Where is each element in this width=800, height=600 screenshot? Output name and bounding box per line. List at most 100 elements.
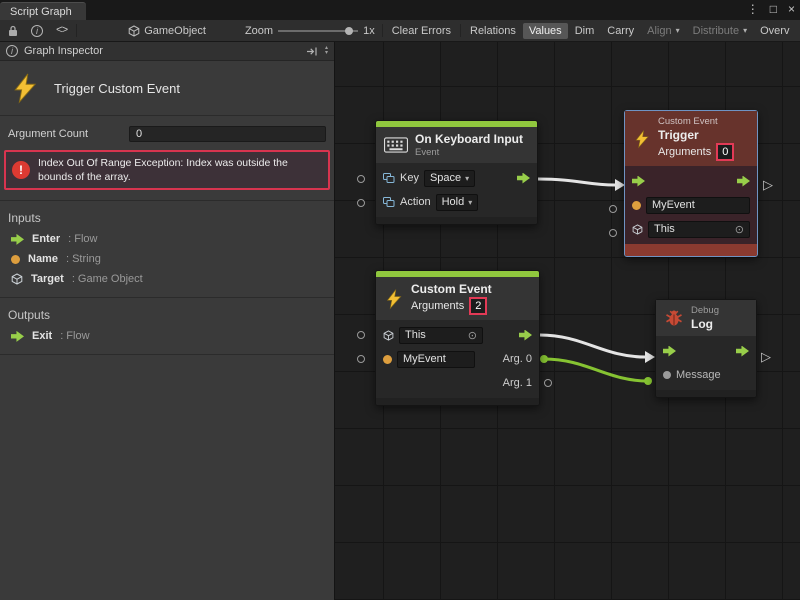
action-dropdown-value: Hold	[442, 196, 465, 208]
node-on-keyboard-input[interactable]: On Keyboard Input Event Key Space ▾	[375, 120, 538, 225]
string-port-icon	[11, 255, 20, 264]
node-body: Key Space ▾ Action Hold ▾	[376, 163, 537, 217]
node-debug-log[interactable]: Debug Log Message	[655, 299, 757, 398]
graph-inspector-title: Graph Inspector	[24, 45, 103, 57]
panel-scroll-stepper[interactable]: ▴ ▾	[325, 46, 328, 56]
target-object-picker[interactable]: This ⊙	[399, 327, 483, 344]
info-icon: i	[31, 25, 43, 37]
toolbar-separator	[76, 24, 77, 37]
string-port[interactable]	[632, 201, 641, 210]
event-name-input[interactable]: MyEvent	[646, 197, 750, 214]
argument-count-label: Argument Count	[8, 128, 123, 140]
custom-event-bolt-icon	[633, 129, 651, 149]
port-ring-trigger-name[interactable]	[609, 205, 617, 213]
flow-output-port[interactable]	[737, 176, 750, 187]
close-icon[interactable]: ×	[788, 1, 795, 17]
input-port-row: Enter : Flow	[0, 229, 334, 249]
node-header[interactable]: On Keyboard Input Event	[376, 127, 537, 163]
event-name-input[interactable]: MyEvent	[397, 351, 475, 368]
flow-port-row	[625, 169, 757, 193]
zoom-slider-knob[interactable]	[345, 27, 353, 35]
graph-canvas[interactable]: On Keyboard Input Event Key Space ▾	[335, 42, 800, 600]
outputs-section: Outputs Exit : Flow	[0, 298, 334, 355]
wire-customevent-to-log[interactable]	[540, 335, 645, 357]
port-ring-key[interactable]	[357, 175, 365, 183]
key-dropdown[interactable]: Space ▾	[424, 170, 475, 187]
object-picker-icon[interactable]: ⊙	[468, 329, 477, 342]
node-title: Trigger	[658, 128, 734, 142]
flow-output-port[interactable]	[517, 173, 530, 184]
port-name: Target	[31, 273, 64, 285]
node-header[interactable]: Debug Log	[656, 300, 756, 336]
wire-keyboard-to-trigger[interactable]	[538, 179, 615, 185]
port-type: : Flow	[60, 330, 89, 342]
node-header[interactable]: Custom Event Trigger Arguments 0	[625, 111, 757, 166]
lock-button[interactable]	[2, 23, 24, 39]
scroll-down-icon[interactable]: ▾	[325, 51, 328, 56]
flow-input-port[interactable]	[663, 346, 676, 357]
align-dropdown[interactable]: Align ▾	[641, 23, 685, 39]
port-ring-arg1[interactable]	[544, 379, 552, 387]
wire-arg0-to-message[interactable]	[544, 359, 648, 381]
flow-output-port[interactable]	[519, 330, 532, 341]
flow-output-port[interactable]	[736, 346, 749, 357]
target-object-picker[interactable]: This ⊙	[648, 221, 750, 238]
window-controls: ⋮ □ ×	[747, 1, 795, 17]
info-icon: i	[6, 45, 18, 57]
maximize-icon[interactable]: □	[770, 1, 777, 17]
edit-script-button[interactable]: <>	[50, 23, 73, 39]
arguments-label: Arguments	[411, 300, 464, 312]
overview-button[interactable]: Overv	[754, 23, 795, 39]
node-subtitle: Event	[415, 147, 523, 158]
target-row: This ⊙	[625, 217, 757, 241]
zoom-label: Zoom	[245, 25, 273, 37]
chevron-down-icon: ▾	[465, 174, 469, 183]
message-port[interactable]	[663, 371, 671, 379]
relations-button[interactable]: Relations	[464, 23, 522, 39]
zoom-slider[interactable]	[278, 25, 358, 37]
target-value: This	[654, 223, 675, 235]
error-message-box: ! Index Out Of Range Exception: Index wa…	[4, 150, 330, 190]
node-header[interactable]: Custom Event Arguments 2	[376, 277, 539, 320]
event-name-row: MyEvent	[625, 193, 757, 217]
inspect-button[interactable]: i	[25, 23, 49, 39]
arguments-count-error-value[interactable]: 0	[716, 143, 734, 161]
carry-button[interactable]: Carry	[601, 23, 640, 39]
key-label: Key	[400, 172, 419, 184]
gameobject-port-icon[interactable]	[383, 330, 394, 341]
dock-icon[interactable]	[306, 46, 319, 57]
port-ring-customevent-target[interactable]	[357, 331, 365, 339]
gameobject-label: GameObject	[144, 25, 206, 37]
distribute-dropdown[interactable]: Distribute ▾	[687, 23, 753, 39]
argument-count-row: Argument Count 0	[0, 120, 334, 146]
toolbar-separator	[382, 24, 383, 37]
gameobject-port-icon[interactable]	[632, 224, 643, 235]
arguments-count-error-value[interactable]: 2	[469, 297, 487, 315]
node-trigger-custom-event[interactable]: Custom Event Trigger Arguments 0	[624, 110, 758, 257]
node-custom-event[interactable]: Custom Event Arguments 2 This ⊙	[375, 270, 540, 406]
align-label: Align	[647, 25, 671, 37]
port-ring-action[interactable]	[357, 199, 365, 207]
input-port-row: Target : Game Object	[0, 269, 334, 289]
flow-input-port[interactable]	[632, 176, 645, 187]
string-port[interactable]	[383, 355, 392, 364]
kebab-menu-icon[interactable]: ⋮	[747, 1, 759, 17]
port-ring-customevent-name[interactable]	[357, 355, 365, 363]
target-row: This ⊙	[376, 323, 539, 347]
inputs-heading: Inputs	[0, 205, 334, 229]
node-body: This ⊙ MyEvent Arg. 0 Arg. 1	[376, 320, 539, 398]
action-dropdown[interactable]: Hold ▾	[436, 194, 479, 211]
flow-port-row	[656, 339, 756, 363]
clear-errors-button[interactable]: Clear Errors	[386, 23, 457, 39]
port-ring-trigger-target[interactable]	[609, 229, 617, 237]
wire-arrowhead	[645, 351, 655, 363]
port-name: Name	[28, 253, 58, 265]
unit-title-section: Trigger Custom Event	[0, 61, 334, 116]
gameobject-target[interactable]: GameObject	[122, 23, 212, 39]
values-button[interactable]: Values	[523, 23, 568, 39]
dim-button[interactable]: Dim	[569, 23, 601, 39]
object-picker-icon[interactable]: ⊙	[735, 223, 744, 236]
tab-script-graph[interactable]: Script Graph	[0, 2, 86, 20]
key-dropdown-value: Space	[430, 172, 461, 184]
argument-count-input[interactable]: 0	[129, 126, 326, 142]
